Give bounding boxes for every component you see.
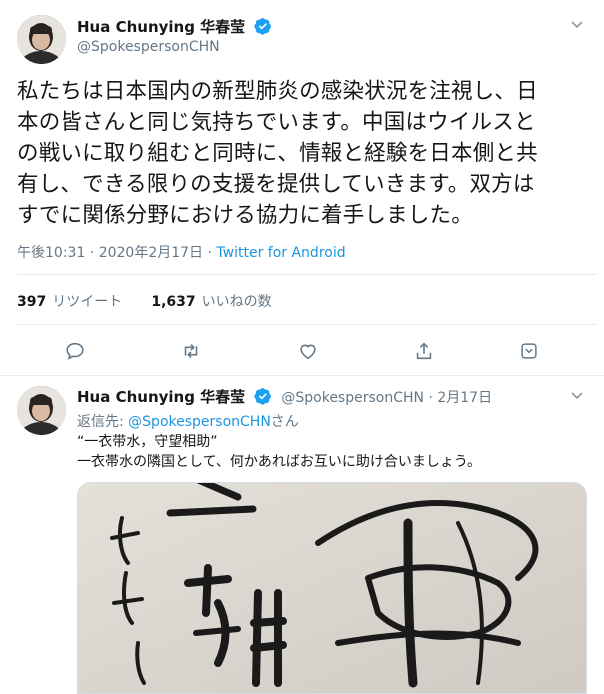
reply-text-line: 一衣帯水の隣国として、何かあればお互いに助け合いましょう。 [77,454,482,470]
retweet-label: リツイート [52,294,123,310]
reply-to-suffix: さん [270,414,299,430]
author-handle[interactable]: @SpokespersonCHN [77,39,220,55]
calligraphy-image[interactable] [77,482,587,694]
like-label: いいねの数 [201,294,272,310]
divider [0,375,604,376]
share-icon [413,340,435,362]
tweet-text-line: の戦いに取り組むと同時に、情報と経験を日本側と共 [17,141,538,166]
verified-badge-icon [254,17,272,39]
save-icon [518,340,540,362]
tweet-text: 私たちは日本国内の新型肺炎の感染状況を注視し、日 本の皆さんと同じ気持ちでいます… [17,76,597,231]
source-link[interactable]: Twitter for Android [216,245,345,261]
heart-icon [297,340,319,362]
reply-menu-button[interactable] [569,387,585,407]
like-count: 1,637 [151,294,196,310]
author-line: Hua Chunying 华春莹 [77,16,272,39]
reply-button[interactable] [64,340,86,362]
tweet-text-line: すでに関係分野における協力に着手しました。 [17,203,473,228]
reply-text: “一衣带水，守望相助” 一衣帯水の隣国として、何かあればお互いに助け合いましょう… [77,432,592,472]
share-button[interactable] [413,340,435,362]
like-stat[interactable]: 1,637 いいねの数 [151,291,271,310]
tweet-text-line: 本の皆さんと同じ気持ちでいます。中国はウイルスと [17,110,536,135]
reply-text-line: “一衣带水，守望相助” [77,434,218,450]
tweet-text-line: 有し、できる限りの支援を提供していきます。双方は [17,172,535,197]
reply-icon [64,340,86,362]
author-name[interactable]: Hua Chunying 华春莹 [77,18,245,36]
retweet-button[interactable] [180,340,202,362]
chevron-down-icon [569,388,585,407]
avatar[interactable] [17,15,66,64]
reply-avatar[interactable] [17,386,66,435]
divider [17,274,597,275]
divider [17,324,597,325]
timestamp[interactable]: 午後10:31 · 2020年2月17日 · [17,245,216,261]
reply-handle-date[interactable]: @SpokespersonCHN · 2月17日 [281,390,492,406]
like-button[interactable] [297,340,319,362]
reply-to-prefix: 返信先: [77,414,129,430]
tweet-menu-button[interactable] [569,16,585,36]
reply-to-handle[interactable]: @SpokespersonCHN [128,414,271,430]
save-button[interactable] [518,340,540,362]
tweet-text-line: 私たちは日本国内の新型肺炎の感染状況を注視し、日 [17,79,538,104]
tweet-stats: 397 リツイート 1,637 いいねの数 [17,291,272,311]
reply-author-name[interactable]: Hua Chunying 华春莹 [77,388,245,406]
retweet-stat[interactable]: 397 リツイート [17,291,122,310]
chevron-down-icon [569,17,585,36]
retweet-count: 397 [17,294,47,310]
retweet-icon [180,340,202,362]
reply-author-line: Hua Chunying 华春莹 @SpokespersonCHN · 2月17… [77,386,492,409]
tweet-meta: 午後10:31 · 2020年2月17日 · Twitter for Andro… [17,242,346,262]
reply-to-line: 返信先: @SpokespersonCHNさん [77,411,299,431]
verified-badge-icon [254,387,272,409]
